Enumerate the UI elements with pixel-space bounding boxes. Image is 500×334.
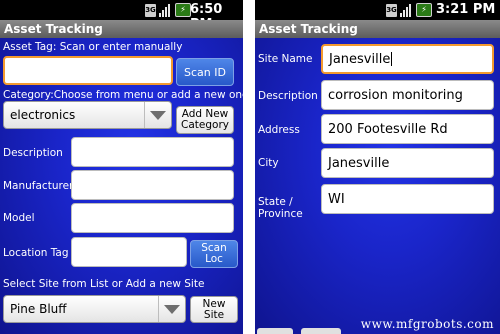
- add-new-category-button[interactable]: Add New Category: [176, 106, 234, 134]
- description-label: Description: [3, 147, 63, 159]
- status-bar: 3G ⚡ 6:50 PM: [0, 0, 243, 32]
- battery-charging-icon: ⚡: [175, 3, 191, 17]
- category-dropdown[interactable]: electronics: [3, 101, 172, 129]
- new-site-button[interactable]: New Site: [190, 296, 238, 323]
- description-label: Description: [258, 90, 318, 102]
- city-input[interactable]: Janesville: [321, 148, 494, 178]
- model-label: Model: [3, 212, 35, 224]
- partial-button[interactable]: [301, 328, 341, 334]
- site-dropdown-value: Pine Bluff: [10, 302, 67, 316]
- state-province-input[interactable]: WI: [321, 184, 494, 214]
- site-name-value: Janesville: [329, 51, 391, 67]
- 3g-icon: 3G: [145, 3, 156, 17]
- chevron-down-icon: [158, 296, 185, 322]
- address-label: Address: [258, 124, 300, 136]
- right-phone-screen: 3G ⚡ 3:21 PM Asset Tracking Site Name Ja…: [255, 0, 500, 334]
- app-title-bar: Asset Tracking: [0, 20, 243, 38]
- watermark: www.mfgrobots.com: [360, 317, 494, 331]
- left-phone-screen: 3G ⚡ 6:50 PM Asset Tracking Asset Tag: S…: [0, 0, 243, 334]
- category-label: Category:Choose from menu or add a new o…: [3, 89, 243, 101]
- signal-bars-icon: [159, 3, 172, 17]
- signal-bars-icon: [400, 3, 413, 17]
- scan-id-button[interactable]: Scan ID: [176, 58, 234, 86]
- model-input[interactable]: [71, 203, 234, 233]
- site-dropdown[interactable]: Pine Bluff: [3, 295, 186, 323]
- state-province-label: State / Province: [258, 196, 303, 220]
- scan-loc-button[interactable]: Scan Loc: [190, 240, 238, 268]
- category-dropdown-value: electronics: [10, 108, 76, 122]
- site-name-input[interactable]: Janesville: [321, 44, 494, 74]
- description-input[interactable]: corrosion monitoring: [321, 80, 494, 110]
- address-input[interactable]: 200 Footesville Rd: [321, 114, 494, 144]
- partial-button[interactable]: [257, 328, 293, 334]
- location-tag-label: Location Tag: [3, 247, 69, 259]
- app-title-bar: Asset Tracking: [255, 20, 500, 38]
- status-time: 3:21 PM: [436, 2, 496, 17]
- description-input[interactable]: [71, 137, 234, 167]
- 3g-icon: 3G: [386, 3, 397, 17]
- battery-charging-icon: ⚡: [416, 3, 432, 17]
- asset-tag-label: Asset Tag: Scan or enter manually: [3, 41, 183, 53]
- site-prompt-label: Select Site from List or Add a new Site: [3, 278, 205, 290]
- status-bar: 3G ⚡ 3:21 PM: [255, 0, 500, 20]
- site-name-label: Site Name: [258, 53, 313, 65]
- location-tag-input[interactable]: [71, 237, 187, 267]
- chevron-down-icon: [144, 102, 171, 128]
- text-cursor: [391, 52, 393, 66]
- manufacturer-input[interactable]: [71, 170, 234, 200]
- asset-tag-input[interactable]: [3, 56, 173, 85]
- manufacturer-label: Manufacturer: [3, 180, 74, 192]
- city-label: City: [258, 157, 279, 169]
